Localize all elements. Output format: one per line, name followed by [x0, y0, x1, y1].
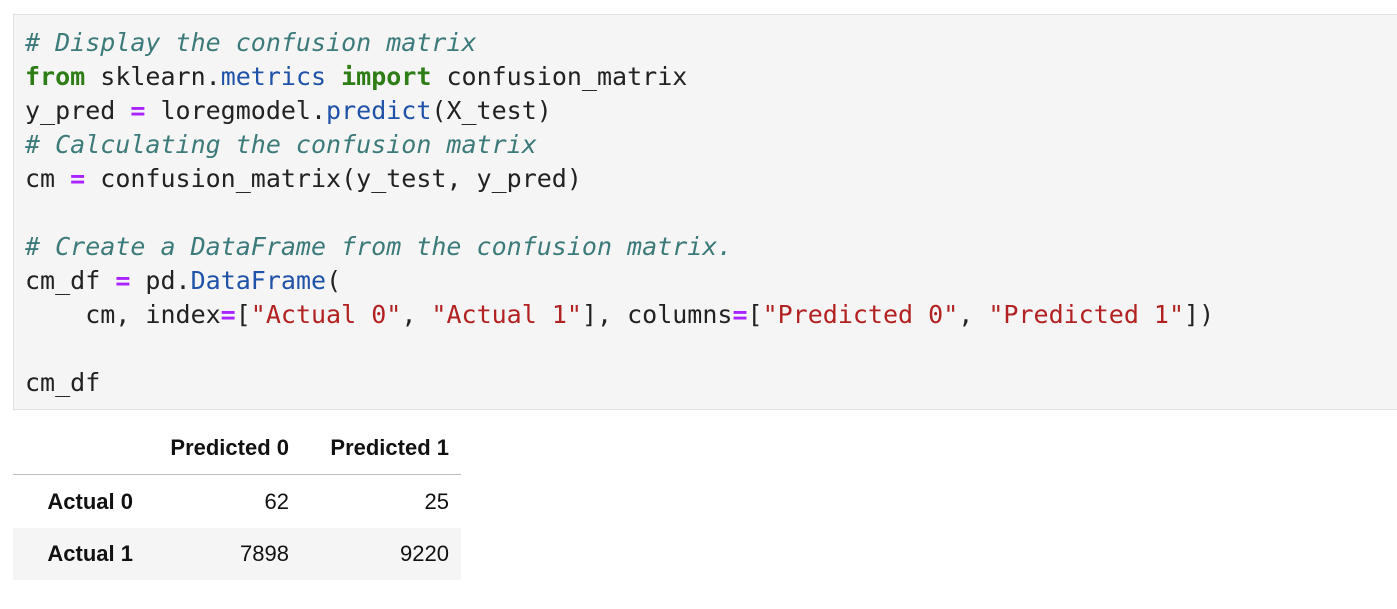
code-token: ,	[958, 300, 989, 329]
code-token: =	[70, 164, 86, 193]
code-line: # Calculating the confusion matrix	[25, 128, 537, 162]
table-row: Actual 1 7898 9220	[13, 528, 461, 580]
code-token: =	[220, 300, 236, 329]
table-cell: 25	[424, 489, 449, 514]
code-token: [	[235, 300, 251, 329]
code-token: =	[115, 266, 131, 295]
table-cell: 7898	[240, 541, 289, 566]
code-token: ,	[401, 300, 432, 329]
code-token: cm_df	[25, 266, 116, 295]
table-cell: 9220	[400, 541, 449, 566]
code-token: # Create a DataFrame from the confusion …	[25, 232, 733, 261]
code-line: # Create a DataFrame from the confusion …	[25, 230, 732, 264]
row-index-label: Actual 1	[47, 541, 133, 566]
code-line: cm = confusion_matrix(y_test, y_pred)	[25, 162, 582, 196]
index-header	[13, 422, 133, 474]
code-token: import	[341, 62, 432, 91]
code-line: cm, index=["Actual 0", "Actual 1"], colu…	[25, 298, 1214, 332]
code-token: from	[25, 62, 86, 91]
code-token: "Predicted 0"	[762, 300, 959, 329]
code-token: metrics	[220, 62, 327, 91]
code-token: "Predicted 1"	[988, 300, 1185, 329]
column-header-predicted-0: Predicted 0	[170, 435, 289, 460]
code-token: pd.	[130, 266, 191, 295]
code-token: cm, index	[25, 300, 221, 329]
code-token: [	[747, 300, 763, 329]
code-token: confusion_matrix(y_test, y_pred)	[85, 164, 582, 193]
code-token: =	[732, 300, 748, 329]
code-token: DataFrame	[190, 266, 327, 295]
code-line: cm_df	[25, 366, 100, 400]
code-token: "Actual 0"	[250, 300, 402, 329]
table-header-row: Predicted 0 Predicted 1	[13, 422, 461, 475]
code-token: y_pred	[25, 96, 131, 125]
row-index-label: Actual 0	[47, 489, 133, 514]
code-token: predict	[326, 96, 432, 125]
code-token: # Calculating the confusion matrix	[25, 130, 537, 159]
table-cell: 62	[264, 489, 289, 514]
code-line: y_pred = loregmodel.predict(X_test)	[25, 94, 552, 128]
code-token: ])	[1184, 300, 1215, 329]
code-cell[interactable]: # Display the confusion matrix from sklea…	[13, 14, 1397, 410]
code-token: ], columns	[581, 300, 733, 329]
code-token: =	[130, 96, 146, 125]
code-token: sklearn.	[85, 62, 221, 91]
code-line: from sklearn.metrics import confusion_ma…	[25, 60, 687, 94]
code-line: cm_df = pd.DataFrame(	[25, 264, 341, 298]
code-token: "Actual 1"	[431, 300, 582, 329]
code-token: (	[326, 266, 342, 295]
table-row: Actual 0 62 25	[13, 476, 461, 528]
code-token: cm	[25, 164, 71, 193]
code-token: (X_test)	[431, 96, 552, 125]
code-token: confusion_matrix	[431, 62, 688, 91]
column-header-predicted-1: Predicted 1	[330, 435, 449, 460]
code-token: cm_df	[25, 368, 101, 397]
code-token: loregmodel.	[145, 96, 327, 125]
code-line: # Display the confusion matrix	[25, 26, 477, 60]
code-token: # Display the confusion matrix	[25, 28, 477, 57]
